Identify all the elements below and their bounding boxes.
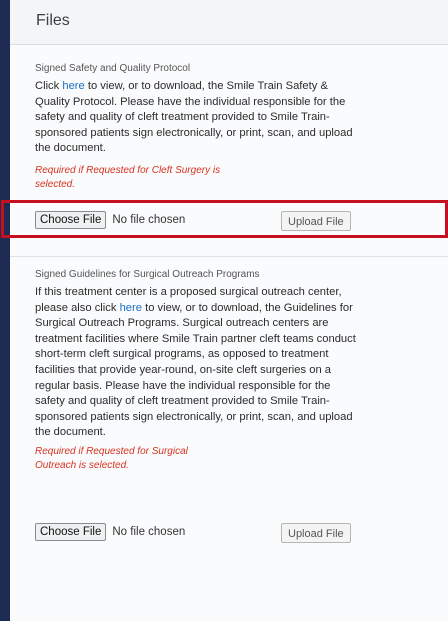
choose-file-button[interactable]: Choose File	[35, 523, 107, 541]
description-text: to view, or to download, the Guidelines …	[35, 301, 356, 439]
surgical-outreach-label: Signed Guidelines for Surgical Outreach …	[35, 269, 260, 280]
safety-protocol-link[interactable]: here	[62, 80, 84, 92]
description-text: Click	[35, 80, 63, 92]
page-title: Files	[36, 12, 70, 29]
files-header: Files	[10, 0, 448, 45]
file-status: No file chosen	[112, 526, 186, 538]
surgical-outreach-description: If this treatment center is a proposed s…	[35, 285, 361, 441]
safety-protocol-required-note: Required if Requested for Cleft Surgery …	[35, 165, 221, 190]
safety-protocol-description: Click here to view, or to download, the …	[35, 79, 355, 157]
highlight-box	[1, 200, 448, 238]
surgical-outreach-required-note: Required if Requested for Surgical Outre…	[35, 446, 188, 471]
files-panel: Files Signed Safety and Quality Protocol…	[10, 0, 448, 621]
surgical-outreach-link[interactable]: here	[120, 302, 142, 314]
surgical-outreach-file-input[interactable]: Choose File No file chosen	[35, 521, 185, 543]
safety-protocol-label: Signed Safety and Quality Protocol	[35, 63, 191, 74]
surgical-outreach-section: Signed Guidelines for Surgical Outreach …	[10, 257, 448, 621]
upload-file-button[interactable]: Upload File	[281, 523, 351, 543]
